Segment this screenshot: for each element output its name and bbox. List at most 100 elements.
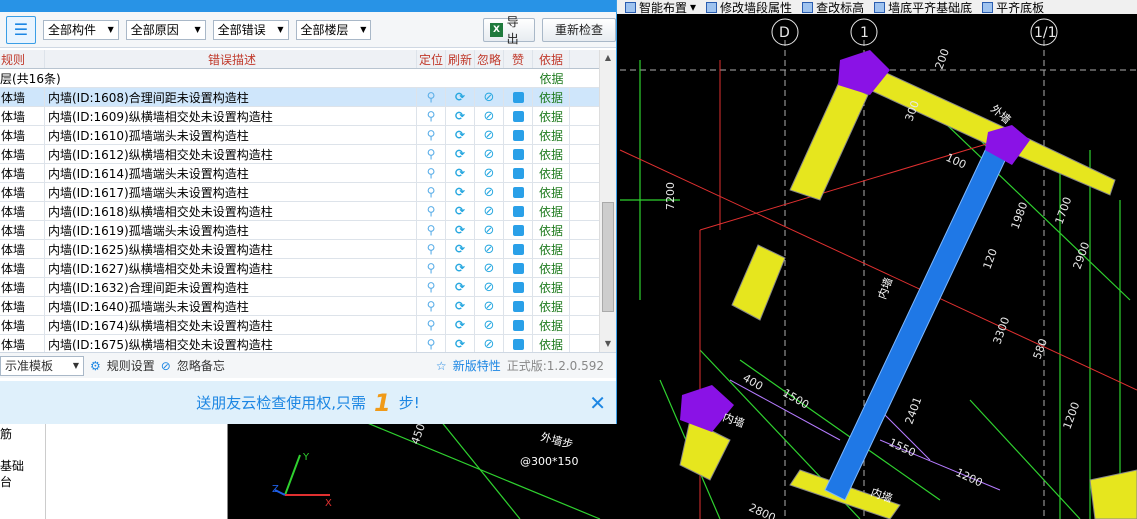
refresh-icon[interactable]: ⟳ [446,164,475,182]
ignore-icon[interactable]: ⊘ [475,202,504,220]
floor-filter-select[interactable]: 全部楼层 ▼ [295,19,372,40]
ignore-icon[interactable]: ⊘ [475,335,504,352]
refresh-icon[interactable]: ⟳ [446,183,475,201]
thumbs-up-icon[interactable] [504,183,533,201]
col-description[interactable]: 错误描述 [45,50,417,68]
thumbs-up-icon[interactable] [504,164,533,182]
group-basis-link[interactable]: 依据 [533,70,570,87]
table-row[interactable]: 体墙 内墙(ID:1609)纵横墙相交处未设置构造柱 ⚲ ⟳ ⊘ 依据 [0,107,599,126]
thumbs-up-icon[interactable] [504,107,533,125]
flush-slab-tool[interactable]: 平齐底板 [982,0,1044,14]
wall-bottom-flush-tool[interactable]: 墙底平齐基础底 [874,0,972,14]
dialog-title-bar[interactable] [0,0,616,12]
locate-pin-icon[interactable]: ⚲ [417,164,446,182]
thumbs-up-icon[interactable] [504,145,533,163]
close-icon[interactable]: ✕ [589,391,606,415]
basis-link[interactable]: 依据 [533,297,570,315]
rules-settings-link[interactable]: 规则设置 [107,357,155,374]
scroll-down-arrow[interactable]: ▼ [600,336,616,352]
basis-link[interactable]: 依据 [533,164,570,182]
thumbs-up-icon[interactable] [504,278,533,296]
thumbs-up-icon[interactable] [504,126,533,144]
locate-pin-icon[interactable]: ⚲ [417,221,446,239]
table-row[interactable]: 体墙 内墙(ID:1612)纵横墙相交处未设置构造柱 ⚲ ⟳ ⊘ 依据 [0,145,599,164]
thumbs-up-icon[interactable] [504,240,533,258]
thumbs-up-icon[interactable] [504,202,533,220]
basis-link[interactable]: 依据 [533,316,570,334]
locate-pin-icon[interactable]: ⚲ [417,88,446,106]
scroll-up-arrow[interactable]: ▲ [600,50,616,66]
col-like[interactable]: 赞 [504,50,533,68]
basis-link[interactable]: 依据 [533,202,570,220]
basis-link[interactable]: 依据 [533,145,570,163]
col-basis[interactable]: 依据 [533,50,570,68]
table-row[interactable]: 体墙 内墙(ID:1618)纵横墙相交处未设置构造柱 ⚲ ⟳ ⊘ 依据 [0,202,599,221]
basis-link[interactable]: 依据 [533,335,570,352]
refresh-icon[interactable]: ⟳ [446,278,475,296]
basis-link[interactable]: 依据 [533,107,570,125]
tree-item[interactable]: 筋 [0,426,45,442]
refresh-icon[interactable]: ⟳ [446,202,475,220]
refresh-icon[interactable]: ⟳ [446,259,475,277]
modify-wall-attr-tool[interactable]: 修改墙段属性 [706,0,792,14]
ignore-notes-link[interactable]: 忽略备忘 [177,357,225,374]
thumbs-up-icon[interactable] [504,221,533,239]
component-filter-select[interactable]: 全部构件 ▼ [42,19,119,40]
basis-link[interactable]: 依据 [533,183,570,201]
ignore-icon[interactable]: ⊘ [475,316,504,334]
refresh-icon[interactable]: ⟳ [446,88,475,106]
ignore-icon[interactable]: ⊘ [475,183,504,201]
locate-pin-icon[interactable]: ⚲ [417,126,446,144]
list-view-button[interactable]: ☰ [6,15,36,44]
export-button[interactable]: X 导出 [483,15,536,46]
refresh-icon[interactable]: ⟳ [446,126,475,144]
scroll-thumb[interactable] [602,202,614,312]
refresh-icon[interactable]: ⟳ [446,240,475,258]
tree-item[interactable]: 基础 [0,458,45,474]
basis-link[interactable]: 依据 [533,278,570,296]
locate-pin-icon[interactable]: ⚲ [417,183,446,201]
group-row[interactable]: 层(共16条) 依据 [0,69,599,88]
locate-pin-icon[interactable]: ⚲ [417,335,446,352]
table-row[interactable]: 体墙 内墙(ID:1675)纵横墙相交处未设置构造柱 ⚲ ⟳ ⊘ 依据 [0,335,599,352]
ignore-icon[interactable]: ⊘ [475,259,504,277]
table-row[interactable]: 体墙 内墙(ID:1617)孤墙端头未设置构造柱 ⚲ ⟳ ⊘ 依据 [0,183,599,202]
basis-link[interactable]: 依据 [533,126,570,144]
table-scrollbar[interactable]: ▲ ▼ [599,50,616,352]
ignore-icon[interactable]: ⊘ [475,297,504,315]
smart-layout-tool[interactable]: 智能布置 ▾ [625,0,696,14]
locate-pin-icon[interactable]: ⚲ [417,278,446,296]
locate-pin-icon[interactable]: ⚲ [417,259,446,277]
basis-link[interactable]: 依据 [533,259,570,277]
tree-item[interactable]: 台 [0,474,45,490]
locate-pin-icon[interactable]: ⚲ [417,316,446,334]
ignore-icon[interactable]: ⊘ [475,240,504,258]
refresh-icon[interactable]: ⟳ [446,297,475,315]
locate-pin-icon[interactable]: ⚲ [417,107,446,125]
col-rule[interactable]: 规则 [0,50,45,68]
ignore-icon[interactable]: ⊘ [475,221,504,239]
thumbs-up-icon[interactable] [504,88,533,106]
refresh-icon[interactable]: ⟳ [446,335,475,352]
template-select[interactable]: 示准模板 ▼ [0,355,84,376]
thumbs-up-icon[interactable] [504,335,533,352]
col-refresh[interactable]: 刷新 [446,50,475,68]
locate-pin-icon[interactable]: ⚲ [417,202,446,220]
reason-filter-select[interactable]: 全部原因 ▼ [125,19,206,40]
new-features-link[interactable]: 新版特性 [453,357,501,374]
table-row[interactable]: 体墙 内墙(ID:1632)合理间距未设置构造柱 ⚲ ⟳ ⊘ 依据 [0,278,599,297]
ignore-icon[interactable]: ⊘ [475,126,504,144]
table-row[interactable]: 体墙 内墙(ID:1625)纵横墙相交处未设置构造柱 ⚲ ⟳ ⊘ 依据 [0,240,599,259]
table-row[interactable]: 体墙 内墙(ID:1608)合理间距未设置构造柱 ⚲ ⟳ ⊘ 依据 [0,88,599,107]
col-locate[interactable]: 定位 [417,50,446,68]
thumbs-up-icon[interactable] [504,259,533,277]
basis-link[interactable]: 依据 [533,240,570,258]
check-elevation-tool[interactable]: 查改标高 [802,0,864,14]
ignore-icon[interactable]: ⊘ [475,88,504,106]
thumbs-up-icon[interactable] [504,316,533,334]
ignore-icon[interactable]: ⊘ [475,278,504,296]
thumbs-up-icon[interactable] [504,297,533,315]
locate-pin-icon[interactable]: ⚲ [417,145,446,163]
table-row[interactable]: 体墙 内墙(ID:1640)孤墙端头未设置构造柱 ⚲ ⟳ ⊘ 依据 [0,297,599,316]
basis-link[interactable]: 依据 [533,221,570,239]
